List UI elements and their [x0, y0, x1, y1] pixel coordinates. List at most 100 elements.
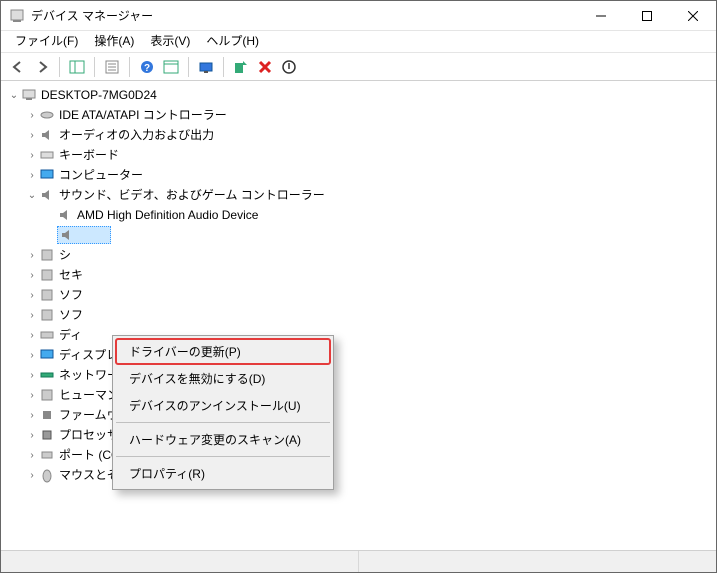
chevron-right-icon[interactable]: ›	[25, 248, 39, 263]
chevron-right-icon[interactable]: ›	[25, 268, 39, 283]
tree-node-ports[interactable]: › ポート (COM と LPT)	[3, 445, 714, 465]
tree-node-audio-io[interactable]: › オーディオの入力および出力	[3, 125, 714, 145]
menu-view[interactable]: 表示(V)	[142, 30, 198, 51]
tree-item-label: コンピューター	[59, 166, 143, 184]
tree-item-label: IDE ATA/ATAPI コントローラー	[59, 106, 227, 124]
tree-node-ide[interactable]: › IDE ATA/ATAPI コントローラー	[3, 105, 714, 125]
tree-item-label: AMD High Definition Audio Device	[77, 206, 258, 224]
tree-node-keyboard[interactable]: › キーボード	[3, 145, 714, 165]
menu-action[interactable]: 操作(A)	[86, 30, 142, 51]
chevron-right-icon[interactable]: ›	[25, 368, 39, 383]
toolbar-separator	[188, 57, 189, 77]
ctx-disable-device[interactable]: デバイスを無効にする(D)	[115, 365, 331, 392]
tree-item-label: プロセッサ	[59, 426, 119, 444]
tree-root[interactable]: ⌄ DESKTOP-7MG0D24	[3, 85, 714, 105]
menu-file[interactable]: ファイル(F)	[7, 30, 86, 51]
menubar: ファイル(F) 操作(A) 表示(V) ヘルプ(H)	[1, 31, 716, 53]
chevron-right-icon[interactable]: ›	[25, 308, 39, 323]
speaker-icon	[57, 207, 73, 223]
tree-node-display[interactable]: › ディスプレイ アダプター	[3, 345, 714, 365]
tree-item-label: ディ	[59, 326, 82, 344]
disk-icon	[39, 327, 55, 343]
chevron-right-icon[interactable]: ›	[25, 428, 39, 443]
chevron-down-icon[interactable]: ⌄	[7, 88, 21, 103]
tree-node-amd-audio[interactable]: AMD High Definition Audio Device	[3, 205, 714, 225]
titlebar: デバイス マネージャー	[1, 1, 716, 31]
monitor-icon	[39, 347, 55, 363]
speaker-icon	[39, 187, 55, 203]
tree-node-processor[interactable]: › プロセッサ	[3, 425, 714, 445]
tree-node-mouse[interactable]: › マウスとそのほかのポインティング デバイス	[3, 465, 714, 485]
chip-icon	[39, 407, 55, 423]
disk-icon	[39, 107, 55, 123]
chevron-right-icon[interactable]: ›	[25, 348, 39, 363]
properties-button[interactable]	[101, 56, 123, 78]
ctx-separator	[116, 422, 330, 423]
tree-item-label: セキ	[59, 266, 83, 284]
tree-node-firmware[interactable]: › ファームウェア	[3, 405, 714, 425]
chevron-right-icon[interactable]: ›	[25, 468, 39, 483]
monitor-icon	[39, 167, 55, 183]
device-tree[interactable]: ⌄ DESKTOP-7MG0D24 › IDE ATA/ATAPI コントローラ…	[1, 81, 716, 550]
chevron-right-icon[interactable]: ›	[25, 108, 39, 123]
app-icon	[9, 8, 25, 24]
device-icon	[39, 307, 55, 323]
mouse-icon	[39, 467, 55, 483]
disable-device-button[interactable]	[278, 56, 300, 78]
device-icon	[39, 287, 55, 303]
uninstall-device-button[interactable]	[254, 56, 276, 78]
maximize-button[interactable]	[624, 1, 670, 30]
network-icon	[39, 367, 55, 383]
tree-area: ⌄ DESKTOP-7MG0D24 › IDE ATA/ATAPI コントローラ…	[1, 81, 716, 550]
action-button[interactable]	[160, 56, 182, 78]
speaker-icon	[59, 227, 75, 243]
chevron-right-icon[interactable]: ›	[25, 168, 39, 183]
close-button[interactable]	[670, 1, 716, 30]
tree-node-hid[interactable]: › ヒューマン インターフェイス デバイス	[3, 385, 714, 405]
minimize-button[interactable]	[578, 1, 624, 30]
chevron-right-icon[interactable]: ›	[25, 128, 39, 143]
cpu-icon	[39, 427, 55, 443]
chevron-right-icon[interactable]: ›	[25, 148, 39, 163]
chevron-right-icon[interactable]: ›	[25, 388, 39, 403]
update-driver-button[interactable]	[230, 56, 252, 78]
tree-item-label: シ	[59, 246, 71, 264]
tree-node-truncated[interactable]: › ソフ	[3, 305, 714, 325]
chevron-right-icon[interactable]: ›	[25, 448, 39, 463]
menu-help[interactable]: ヘルプ(H)	[198, 30, 267, 51]
tree-item-label: キーボード	[59, 146, 119, 164]
toolbar-separator	[223, 57, 224, 77]
tree-node-truncated[interactable]: › シ	[3, 245, 714, 265]
tree-node-selected-audio[interactable]	[3, 225, 714, 245]
tree-node-sound[interactable]: ⌄ サウンド、ビデオ、およびゲーム コントローラー	[3, 185, 714, 205]
scan-hardware-button[interactable]	[195, 56, 217, 78]
tree-node-truncated[interactable]: › ディ	[3, 325, 714, 345]
ctx-scan-hardware[interactable]: ハードウェア変更のスキャン(A)	[115, 426, 331, 453]
tree-item-label: サウンド、ビデオ、およびゲーム コントローラー	[59, 186, 325, 204]
toolbar-separator	[94, 57, 95, 77]
ctx-separator	[116, 456, 330, 457]
svg-text:?: ?	[144, 63, 150, 74]
tree-node-truncated[interactable]: › セキ	[3, 265, 714, 285]
port-icon	[39, 447, 55, 463]
ctx-update-driver[interactable]: ドライバーの更新(P)	[115, 338, 331, 365]
device-manager-window: デバイス マネージャー ファイル(F) 操作(A) 表示(V) ヘルプ(H) ?	[0, 0, 717, 573]
forward-button[interactable]	[31, 56, 53, 78]
show-hide-console-tree-button[interactable]	[66, 56, 88, 78]
chevron-right-icon[interactable]: ›	[25, 288, 39, 303]
window-title: デバイス マネージャー	[31, 7, 578, 24]
tree-node-computer[interactable]: › コンピューター	[3, 165, 714, 185]
chevron-right-icon[interactable]: ›	[25, 328, 39, 343]
back-button[interactable]	[7, 56, 29, 78]
tree-node-truncated[interactable]: › ソフ	[3, 285, 714, 305]
chevron-down-icon[interactable]: ⌄	[25, 188, 39, 203]
tree-node-network[interactable]: › ネットワーク アダプター	[3, 365, 714, 385]
ctx-properties[interactable]: プロパティ(R)	[115, 460, 331, 487]
tree-item-label: ソフ	[59, 306, 83, 324]
chevron-right-icon[interactable]: ›	[25, 408, 39, 423]
speaker-icon	[39, 127, 55, 143]
tree-item-label: オーディオの入力および出力	[59, 126, 214, 144]
ctx-uninstall-device[interactable]: デバイスのアンインストール(U)	[115, 392, 331, 419]
hid-icon	[39, 387, 55, 403]
help-button[interactable]: ?	[136, 56, 158, 78]
